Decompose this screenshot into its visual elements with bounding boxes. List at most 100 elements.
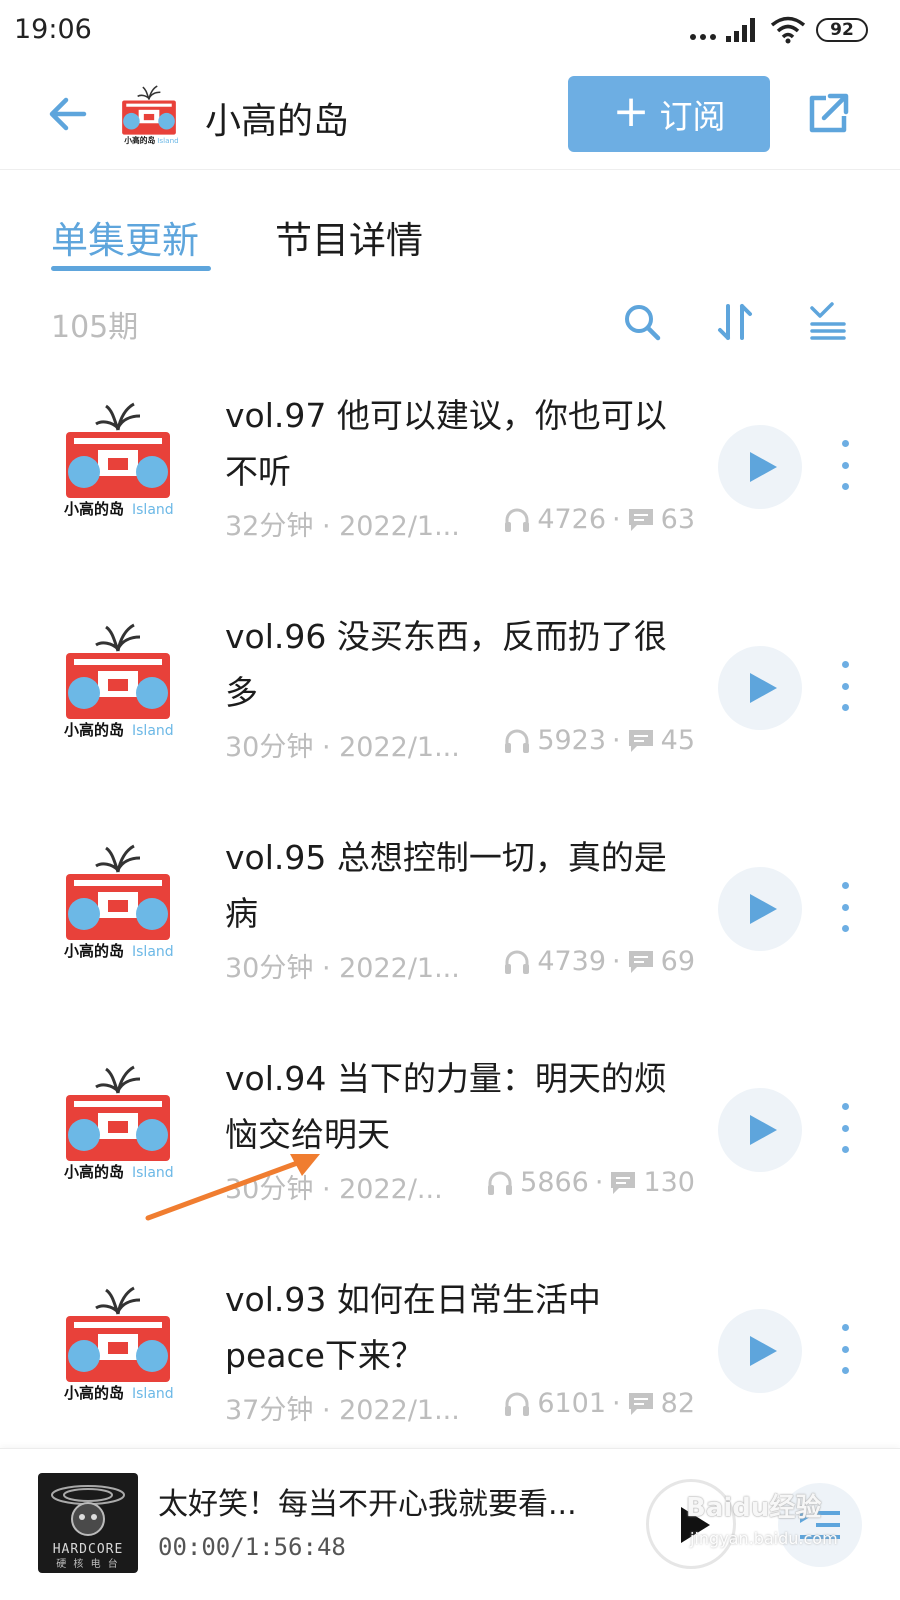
now-playing-time: 00:00/1:56:48 <box>158 1533 346 1561</box>
more-options-icon[interactable] <box>838 440 852 490</box>
episode-duration-date: 30分钟 · 2022/1... <box>225 732 460 763</box>
episode-duration-date: 30分钟 · 2022/1... <box>225 953 460 984</box>
play-icon <box>750 1115 777 1145</box>
play-icon <box>750 894 777 924</box>
episode-title: vol.97 他可以建议，你也可以不听 <box>225 396 667 491</box>
episode-title: vol.95 总想控制一切，真的是病 <box>225 838 667 933</box>
sort-icon[interactable] <box>714 300 758 344</box>
meta-separator: · <box>612 946 621 977</box>
play-button[interactable] <box>718 646 802 730</box>
mini-player[interactable]: HARDCORE 硬 核 电 台 太好笑！每当不开心我就要看... 00:00/… <box>0 1448 900 1600</box>
svg-text:Island: Island <box>132 723 174 739</box>
episode-item[interactable]: 小高的岛 Island vol.94 当下的力量：明天的烦恼交给明天 30分钟 … <box>0 1023 900 1244</box>
episode-item[interactable]: 小高的岛 Island vol.95 总想控制一切，真的是病 30分钟 · 20… <box>0 802 900 1023</box>
back-arrow-icon[interactable] <box>44 90 92 138</box>
wifi-icon <box>770 16 806 44</box>
more-options-icon[interactable] <box>838 882 852 932</box>
episode-stats: 4739 · 69 <box>503 946 695 977</box>
episode-cover-icon: 小高的岛 Island <box>64 1286 174 1402</box>
meta-separator: · <box>612 1388 621 1419</box>
episode-meta: 32分钟 · 2022/1... 4726 · 63 <box>225 504 695 544</box>
play-button[interactable] <box>718 425 802 509</box>
battery-indicator: 92 <box>816 18 868 42</box>
meta-separator: · <box>594 1167 604 1198</box>
watermark: Baidu经验 <box>686 1493 822 1523</box>
play-count: 5923 <box>537 725 607 756</box>
headphones-icon <box>505 508 530 532</box>
play-icon <box>750 673 777 703</box>
tab-episodes[interactable]: 单集更新 <box>51 210 199 264</box>
episode-title: vol.96 没买东西，反而扔了很多 <box>225 617 667 712</box>
list-toolbar: 105期 <box>0 296 900 352</box>
play-button[interactable] <box>718 1088 802 1172</box>
active-tab-indicator <box>51 266 211 271</box>
comment-icon <box>628 1392 653 1415</box>
play-count: 4739 <box>537 946 607 977</box>
episode-cover-icon: 小高的岛 Island <box>64 844 174 960</box>
episode-item[interactable]: 小高的岛 Island vol.97 他可以建议，你也可以不听 32分钟 · 2… <box>0 360 900 581</box>
svg-text:小高的岛: 小高的岛 <box>64 942 124 960</box>
header-bar: 小高的岛 Island 小高的岛 + 订阅 <box>0 62 900 170</box>
comment-count: 45 <box>660 725 695 756</box>
tab-details[interactable]: 节目详情 <box>275 210 423 264</box>
podcast-title: 小高的岛 <box>205 101 350 142</box>
episode-list: 小高的岛 Island vol.97 他可以建议，你也可以不听 32分钟 · 2… <box>0 360 900 1465</box>
plus-icon: + <box>612 86 650 137</box>
comment-count: 82 <box>660 1388 695 1419</box>
headphones-icon <box>505 729 530 753</box>
svg-text:小高的岛: 小高的岛 <box>123 135 155 145</box>
cover-subtext: 硬 核 电 台 <box>56 1559 120 1570</box>
svg-text:小高的岛: 小高的岛 <box>64 500 124 518</box>
svg-text:Island: Island <box>157 136 178 145</box>
more-options-icon[interactable] <box>838 1324 852 1374</box>
play-count: 4726 <box>537 504 607 535</box>
play-count: 6101 <box>537 1388 607 1419</box>
play-icon <box>750 452 777 482</box>
svg-text:Island: Island <box>132 502 174 518</box>
subscribe-button[interactable]: + 订阅 <box>568 76 770 152</box>
search-icon[interactable] <box>620 300 664 344</box>
signal-icon <box>726 18 755 42</box>
comment-count: 130 <box>643 1167 695 1198</box>
episode-stats: 4726 · 63 <box>503 504 695 535</box>
episode-cover-icon: 小高的岛 Island <box>64 623 174 739</box>
status-time: 19:06 <box>14 14 92 45</box>
play-button[interactable] <box>718 867 802 951</box>
subscribe-label: 订阅 <box>659 97 726 136</box>
more-options-icon[interactable] <box>838 1103 852 1153</box>
play-icon <box>750 1336 777 1366</box>
episode-title: vol.94 当下的力量：明天的烦恼交给明天 <box>225 1059 667 1154</box>
comment-icon <box>628 950 653 973</box>
episode-duration-date: 32分钟 · 2022/1... <box>225 511 460 542</box>
watermark-url: jingyan.baidu.com <box>690 1529 838 1548</box>
annotation-arrow-icon <box>145 1154 320 1221</box>
episode-item[interactable]: 小高的岛 Island vol.96 没买东西，反而扔了很多 30分钟 · 20… <box>0 581 900 802</box>
svg-text:Island: Island <box>132 1386 174 1402</box>
comment-icon <box>628 729 653 752</box>
play-count: 5866 <box>520 1167 589 1198</box>
notification-dots-icon <box>690 34 716 40</box>
headphones-icon <box>505 1392 530 1416</box>
more-options-icon[interactable] <box>838 661 852 711</box>
svg-text:小高的岛: 小高的岛 <box>64 721 124 739</box>
episode-meta: 30分钟 · 2022/1... 4739 · 69 <box>225 946 695 986</box>
episode-stats: 6101 · 82 <box>503 1388 695 1419</box>
headphones-icon <box>488 1171 513 1195</box>
filter-list-icon[interactable] <box>806 300 850 344</box>
tab-bar: 单集更新 节目详情 <box>0 200 900 280</box>
episode-count: 105期 <box>51 310 139 345</box>
episode-title: vol.93 如何在日常生活中peace下来？ <box>225 1280 601 1375</box>
play-button[interactable] <box>718 1309 802 1393</box>
episode-cover-icon: 小高的岛 Island <box>64 402 174 518</box>
podcast-logo-icon: 小高的岛 Island <box>122 85 178 145</box>
now-playing-cover: HARDCORE 硬 核 电 台 <box>38 1473 138 1573</box>
svg-text:Island: Island <box>132 944 174 960</box>
episode-item[interactable]: 小高的岛 Island vol.93 如何在日常生活中peace下来？ 37分钟… <box>0 1244 900 1465</box>
comment-count: 69 <box>660 946 695 977</box>
episode-meta: 30分钟 · 2022/1... 5923 · 45 <box>225 725 695 765</box>
status-bar: 19:06 92 <box>0 0 900 62</box>
meta-separator: · <box>612 504 621 535</box>
share-icon[interactable] <box>804 90 852 138</box>
episode-stats: 5923 · 45 <box>503 725 695 756</box>
comment-icon <box>628 508 653 531</box>
